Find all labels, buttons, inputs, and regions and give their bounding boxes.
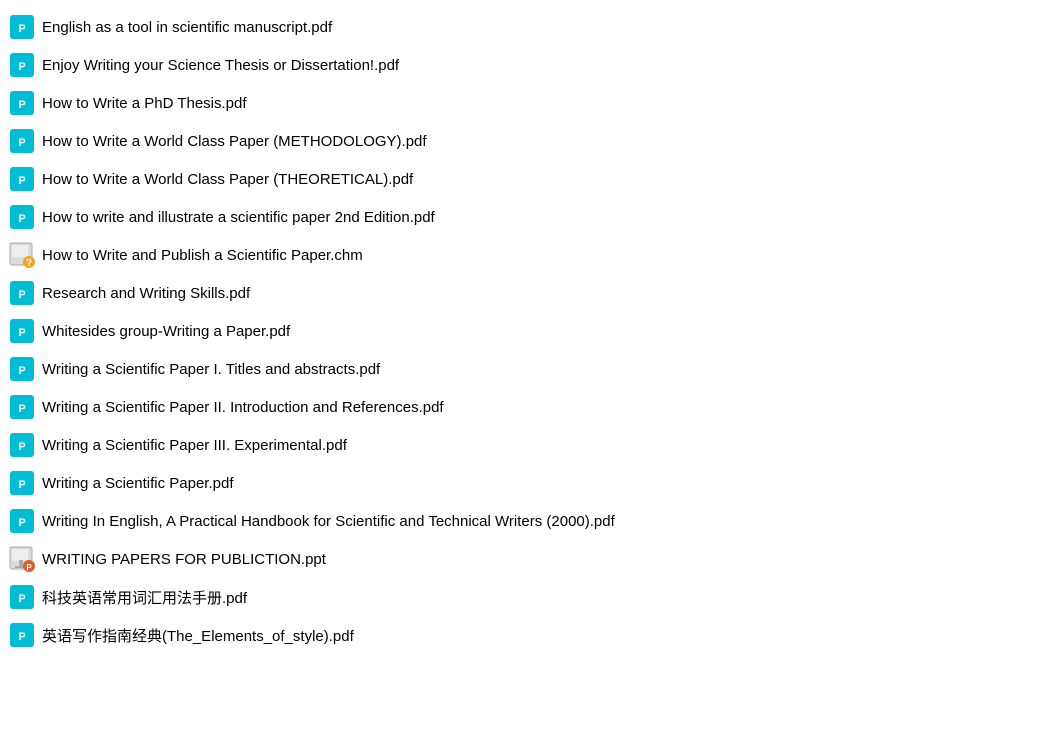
svg-text:P: P xyxy=(18,175,25,187)
file-name: How to write and illustrate a scientific… xyxy=(42,209,435,226)
file-icon: P xyxy=(8,317,36,345)
svg-text:P: P xyxy=(18,289,25,301)
svg-text:P: P xyxy=(18,479,25,491)
list-item[interactable]: P WRITING PAPERS FOR PUBLICTION.ppt xyxy=(0,540,1060,578)
file-icon: P xyxy=(8,507,36,535)
list-item[interactable]: P Writing a Scientific Paper I. Titles a… xyxy=(0,350,1060,388)
file-icon: ? xyxy=(8,241,36,269)
file-name: How to Write a World Class Paper (THEORE… xyxy=(42,171,413,188)
file-name: Writing a Scientific Paper III. Experime… xyxy=(42,437,347,454)
svg-text:P: P xyxy=(18,99,25,111)
file-name: Writing a Scientific Paper.pdf xyxy=(42,475,233,492)
file-name: Writing a Scientific Paper I. Titles and… xyxy=(42,361,380,378)
svg-text:P: P xyxy=(26,563,32,572)
file-icon: P xyxy=(8,545,36,573)
svg-text:P: P xyxy=(18,213,25,225)
file-name: Writing a Scientific Paper II. Introduct… xyxy=(42,399,444,416)
list-item[interactable]: P Writing a Scientific Paper III. Experi… xyxy=(0,426,1060,464)
file-icon: P xyxy=(8,13,36,41)
file-icon: P xyxy=(8,165,36,193)
list-item[interactable]: P Enjoy Writing your Science Thesis or D… xyxy=(0,46,1060,84)
file-name: WRITING PAPERS FOR PUBLICTION.ppt xyxy=(42,551,326,568)
file-icon: P xyxy=(8,127,36,155)
file-name: How to Write a World Class Paper (METHOD… xyxy=(42,133,427,150)
list-item[interactable]: P Writing a Scientific Paper II. Introdu… xyxy=(0,388,1060,426)
list-item[interactable]: P 科技英语常用词汇用法手册.pdf xyxy=(0,578,1060,616)
file-icon: P xyxy=(8,621,36,649)
list-item[interactable]: P Writing a Scientific Paper.pdf xyxy=(0,464,1060,502)
list-item[interactable]: P How to Write a PhD Thesis.pdf xyxy=(0,84,1060,122)
list-item[interactable]: P Research and Writing Skills.pdf xyxy=(0,274,1060,312)
file-name: How to Write and Publish a Scientific Pa… xyxy=(42,247,363,264)
svg-text:P: P xyxy=(18,61,25,73)
file-name: How to Write a PhD Thesis.pdf xyxy=(42,95,247,112)
svg-text:P: P xyxy=(18,365,25,377)
svg-text:P: P xyxy=(18,403,25,415)
file-icon: P xyxy=(8,583,36,611)
list-item[interactable]: P How to write and illustrate a scientif… xyxy=(0,198,1060,236)
list-item[interactable]: P 英语写作指南经典(The_Elements_of_style).pdf xyxy=(0,616,1060,654)
list-item[interactable]: P Writing In English, A Practical Handbo… xyxy=(0,502,1060,540)
svg-text:P: P xyxy=(18,517,25,529)
svg-text:P: P xyxy=(18,23,25,35)
file-icon: P xyxy=(8,203,36,231)
file-icon: P xyxy=(8,469,36,497)
file-name: Research and Writing Skills.pdf xyxy=(42,285,250,302)
svg-text:?: ? xyxy=(26,258,32,268)
file-icon: P xyxy=(8,51,36,79)
file-icon: P xyxy=(8,393,36,421)
list-item[interactable]: ? How to Write and Publish a Scientific … xyxy=(0,236,1060,274)
file-icon: P xyxy=(8,431,36,459)
file-name: English as a tool in scientific manuscri… xyxy=(42,19,332,36)
svg-text:P: P xyxy=(18,441,25,453)
list-item[interactable]: P How to Write a World Class Paper (METH… xyxy=(0,122,1060,160)
file-name: 英语写作指南经典(The_Elements_of_style).pdf xyxy=(42,625,354,646)
svg-text:P: P xyxy=(18,137,25,149)
svg-text:P: P xyxy=(18,593,25,605)
file-name: 科技英语常用词汇用法手册.pdf xyxy=(42,587,247,608)
file-icon: P xyxy=(8,355,36,383)
svg-text:P: P xyxy=(18,631,25,643)
list-item[interactable]: P Whitesides group-Writing a Paper.pdf xyxy=(0,312,1060,350)
file-name: Whitesides group-Writing a Paper.pdf xyxy=(42,323,290,340)
list-item[interactable]: P How to Write a World Class Paper (THEO… xyxy=(0,160,1060,198)
svg-text:P: P xyxy=(18,327,25,339)
file-icon: P xyxy=(8,279,36,307)
file-list: P English as a tool in scientific manusc… xyxy=(0,8,1060,654)
list-item[interactable]: P English as a tool in scientific manusc… xyxy=(0,8,1060,46)
file-name: Writing In English, A Practical Handbook… xyxy=(42,513,615,530)
file-icon: P xyxy=(8,89,36,117)
file-name: Enjoy Writing your Science Thesis or Dis… xyxy=(42,57,399,74)
